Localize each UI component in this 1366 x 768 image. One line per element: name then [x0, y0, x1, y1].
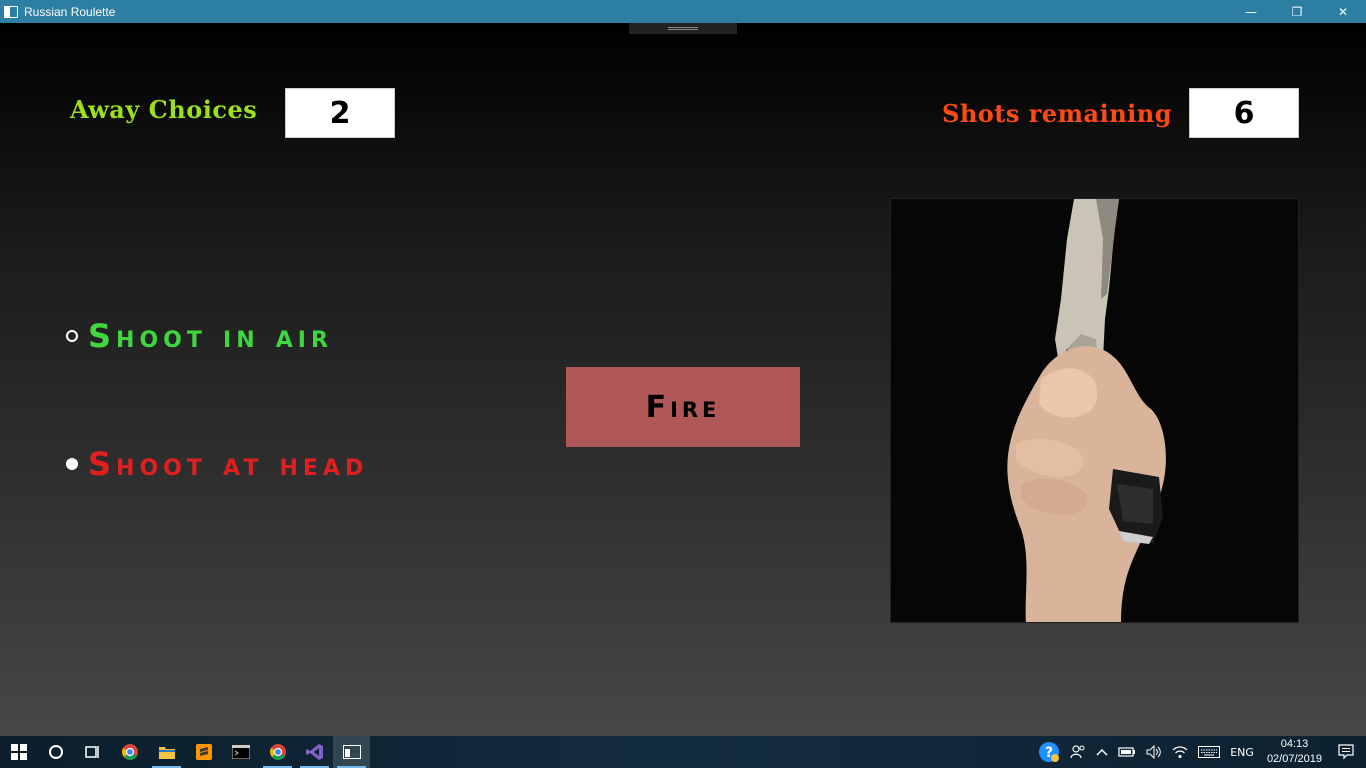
shots-remaining-label: Shots remaining — [942, 99, 1173, 128]
away-choices-value: 2 — [285, 88, 395, 138]
radio-shoot-in-air[interactable] — [66, 330, 78, 342]
minimize-button[interactable]: — — [1228, 0, 1274, 23]
search-icon — [48, 745, 63, 759]
taskbar-command-prompt[interactable] — [222, 736, 259, 768]
file-explorer-icon — [158, 747, 175, 759]
taskbar-chrome-2[interactable] — [259, 736, 296, 768]
chrome-icon — [269, 744, 286, 760]
taskbar-visual-studio[interactable] — [296, 736, 333, 768]
command-prompt-icon — [231, 745, 250, 759]
grip-icon — [668, 27, 698, 30]
clock[interactable]: 04:13 02/07/2019 — [1259, 737, 1330, 767]
app-window-icon — [342, 745, 361, 759]
option-shoot-at-head[interactable]: Shoot at head — [66, 445, 368, 483]
people-icon — [1070, 745, 1085, 759]
system-tray: ? ENG 04:13 02/07/2019 — [1033, 736, 1366, 768]
keyboard-icon — [1198, 746, 1221, 758]
app-window-icon — [4, 5, 18, 18]
taskbar-file-explorer[interactable] — [148, 736, 185, 768]
help-tray-button[interactable]: ? — [1033, 736, 1065, 768]
clock-date: 02/07/2019 — [1266, 753, 1322, 765]
hand-holding-pistol-icon — [891, 199, 1298, 622]
radio-shoot-at-head[interactable] — [66, 458, 78, 470]
title-bar: Russian Roulette — ❐ ✕ — [0, 0, 1366, 23]
help-icon: ? — [1039, 742, 1060, 762]
task-view-button[interactable] — [74, 736, 111, 768]
close-button[interactable]: ✕ — [1320, 0, 1366, 23]
game-area: Away Choices 2 Shots remaining 6 Shoot i… — [0, 23, 1366, 736]
drag-handle[interactable] — [629, 23, 737, 34]
start-icon — [10, 744, 27, 760]
visual-studio-icon — [305, 744, 323, 760]
clock-time: 04:13 — [1280, 738, 1309, 750]
taskbar-chrome[interactable] — [111, 736, 148, 768]
network-button[interactable] — [1167, 736, 1193, 768]
option-shoot-in-air[interactable]: Shoot in air — [66, 317, 333, 355]
chrome-icon — [121, 744, 138, 760]
restore-button[interactable]: ❐ — [1274, 0, 1320, 23]
shots-remaining-value: 6 — [1189, 88, 1299, 138]
notification-icon — [1338, 744, 1354, 760]
battery-button[interactable] — [1113, 736, 1141, 768]
fire-button[interactable]: Fire — [566, 367, 800, 447]
task-view-icon — [84, 746, 99, 758]
window-title: Russian Roulette — [24, 4, 116, 19]
action-center-button[interactable] — [1330, 736, 1366, 768]
pistol-image — [890, 198, 1299, 623]
sublime-text-icon — [195, 744, 212, 760]
people-button[interactable] — [1065, 736, 1091, 768]
taskbar-sublime-text[interactable] — [185, 736, 222, 768]
show-hidden-icons-button[interactable] — [1091, 736, 1113, 768]
option-label: Shoot at head — [88, 445, 369, 483]
touch-keyboard-button[interactable] — [1193, 736, 1225, 768]
away-choices-label: Away Choices — [70, 95, 258, 124]
volume-button[interactable] — [1141, 736, 1167, 768]
speaker-icon — [1146, 745, 1161, 759]
start-button[interactable] — [0, 736, 37, 768]
language-indicator[interactable]: ENG — [1225, 736, 1259, 768]
window-controls: — ❐ ✕ — [1228, 0, 1366, 23]
battery-icon — [1118, 747, 1136, 757]
option-label: Shoot in air — [88, 317, 333, 355]
chevron-up-icon — [1096, 748, 1108, 756]
taskbar-russian-roulette[interactable] — [333, 736, 370, 768]
wifi-icon — [1172, 746, 1188, 758]
search-button[interactable] — [37, 736, 74, 768]
taskbar: ? ENG 04:13 02/07/2019 — [0, 736, 1366, 768]
